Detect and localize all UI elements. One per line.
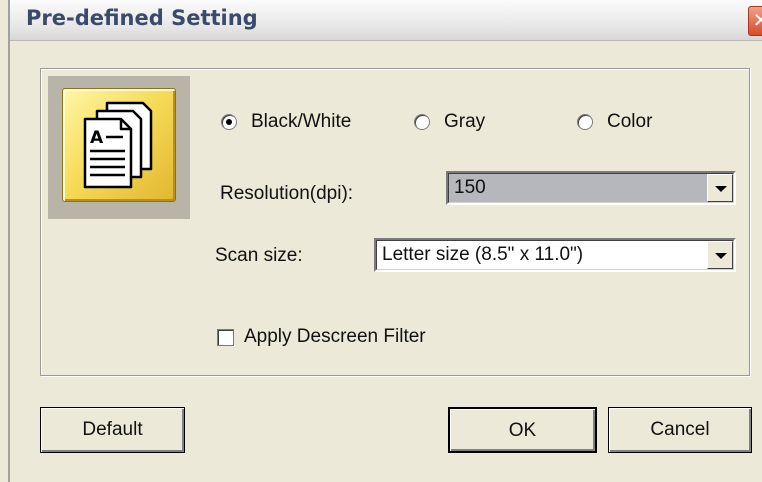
scan-size-select[interactable]: Letter size (8.5" x 11.0") [374, 238, 736, 272]
title-bar[interactable]: Pre-defined Setting ✕ [10, 0, 762, 41]
radio-indicator[interactable] [221, 114, 237, 130]
descreen-checkbox[interactable]: Apply Descreen Filter [217, 326, 426, 348]
cancel-button[interactable]: Cancel [608, 407, 752, 453]
scan-size-dropdown-button[interactable] [707, 241, 733, 269]
ok-button[interactable]: OK [448, 407, 597, 453]
preset-icon-button[interactable]: A [62, 88, 176, 202]
radio-color[interactable]: Color [577, 111, 652, 133]
radio-color-label: Color [607, 111, 653, 132]
select-frame [448, 173, 734, 203]
radio-gray[interactable]: Gray [414, 111, 485, 133]
resolution-dropdown-button[interactable] [707, 174, 733, 202]
scan-size-value: Letter size (8.5" x 11.0") [382, 244, 584, 265]
default-button[interactable]: Default [40, 407, 185, 453]
svg-text:A: A [90, 128, 104, 148]
close-button[interactable]: ✕ [748, 6, 762, 36]
window-border [8, 0, 10, 482]
descreen-label: Apply Descreen Filter [244, 326, 426, 347]
radio-black-white-label: Black/White [251, 111, 352, 132]
close-icon: ✕ [752, 8, 762, 32]
scan-size-label: Scan size: [215, 245, 303, 266]
resolution-label: Resolution(dpi): [220, 183, 354, 204]
radio-gray-label: Gray [444, 111, 486, 132]
resolution-value: 150 [454, 177, 486, 198]
window-title: Pre-defined Setting [26, 6, 258, 30]
radio-black-white[interactable]: Black/White [221, 111, 351, 133]
resolution-select[interactable]: 150 [446, 171, 736, 205]
radio-indicator[interactable] [577, 114, 593, 130]
radio-indicator[interactable] [414, 114, 430, 130]
predefined-setting-dialog: Pre-defined Setting ✕ A Black/White Gray… [0, 0, 762, 482]
checkbox-box[interactable] [217, 328, 234, 346]
documents-stack-icon: A [83, 101, 153, 189]
